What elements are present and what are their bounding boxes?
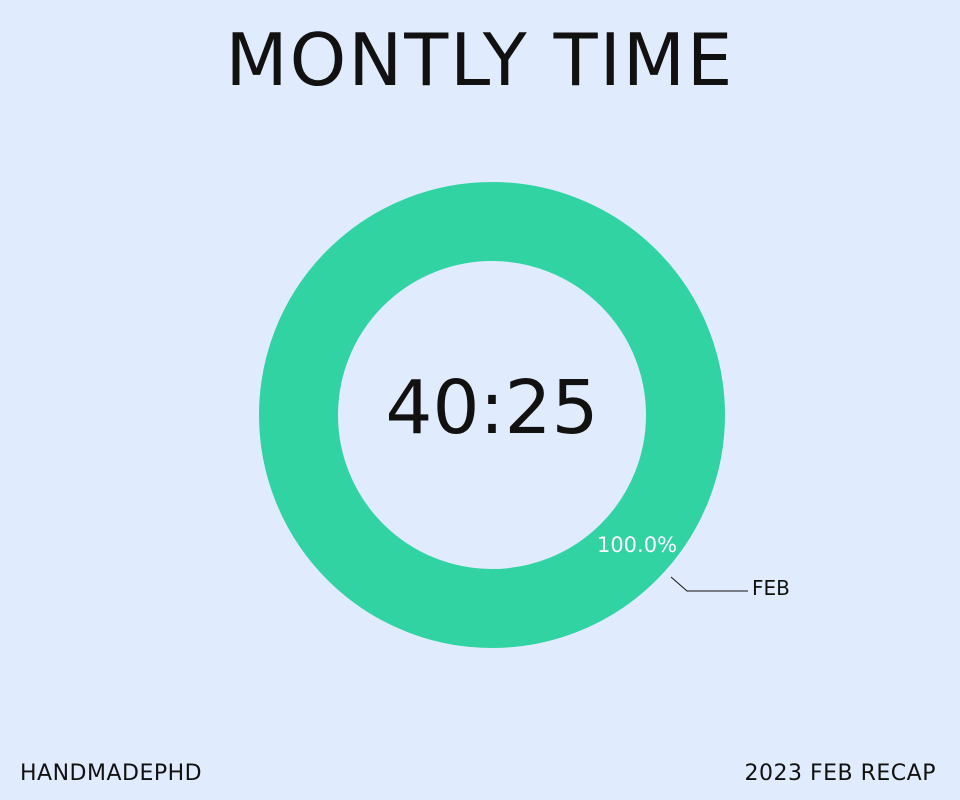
footer-brand: HANDMADEPHD xyxy=(20,761,203,786)
slice-percent-label: 100.0% xyxy=(597,533,677,557)
slice-category-label: FEB xyxy=(752,576,790,600)
footer-recap-label: 2023 FEB RECAP xyxy=(744,761,936,786)
slice-leader-line xyxy=(670,576,748,592)
center-time-label: 40:25 xyxy=(385,365,598,451)
donut-chart: 40:25 100.0% FEB xyxy=(259,182,790,648)
